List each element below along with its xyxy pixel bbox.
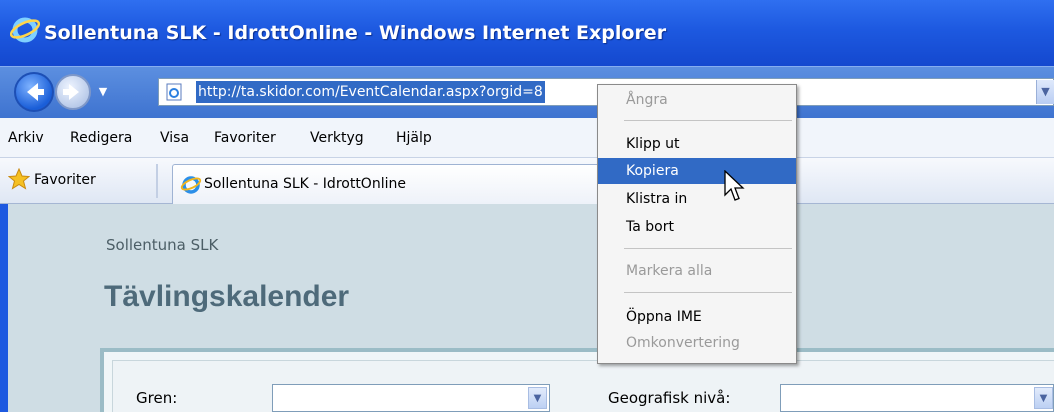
forward-arrow-icon <box>63 84 79 100</box>
favorites-button[interactable]: Favoriter <box>34 170 96 190</box>
dropdown-arrow-icon[interactable]: ▼ <box>528 387 547 409</box>
back-arrow-icon <box>27 83 44 101</box>
page-icon <box>166 83 182 101</box>
toolbar-divider <box>156 164 158 198</box>
page-title: Tävlingskalender <box>104 280 350 313</box>
menu-separator <box>624 292 792 293</box>
ctx-cut[interactable]: Klipp ut <box>598 131 796 157</box>
club-name: Sollentuna SLK <box>106 236 219 254</box>
menu-verktyg[interactable]: Verktyg <box>310 128 364 148</box>
ie-tab-icon <box>180 176 202 194</box>
geo-level-select[interactable] <box>780 384 1054 412</box>
geo-level-label: Geografisk nivå: <box>608 389 731 407</box>
menu-arkiv[interactable]: Arkiv <box>8 128 44 148</box>
mouse-pointer-icon <box>724 170 745 201</box>
gren-label: Gren: <box>136 389 178 407</box>
menu-separator <box>624 120 792 121</box>
menu-favoriter[interactable]: Favoriter <box>214 128 276 148</box>
forward-button[interactable] <box>55 74 91 110</box>
ctx-copy[interactable]: Kopiera <box>598 158 796 184</box>
menu-bar <box>0 118 1054 158</box>
title-bar[interactable]: Sollentuna SLK - IdrottOnline - Windows … <box>0 0 1054 66</box>
ctx-reconversion: Omkonvertering <box>626 335 740 351</box>
ctx-open-ime[interactable]: Öppna IME <box>598 304 796 330</box>
ctx-select-all: Markera alla <box>626 263 713 279</box>
ie-logo-icon <box>10 17 40 43</box>
ctx-paste[interactable]: Klistra in <box>598 186 796 212</box>
star-icon <box>8 168 30 190</box>
menu-visa[interactable]: Visa <box>160 128 189 148</box>
ctx-delete[interactable]: Ta bort <box>598 214 796 240</box>
menu-hjalp[interactable]: Hjälp <box>396 128 432 148</box>
recent-pages-dropdown[interactable]: ▼ <box>96 86 110 98</box>
url-input[interactable]: http://ta.skidor.com/EventCalendar.aspx?… <box>196 81 545 103</box>
tab-label: Sollentuna SLK - IdrottOnline <box>204 176 406 192</box>
menu-separator <box>624 248 792 249</box>
gren-select[interactable] <box>272 384 550 412</box>
window-frame <box>0 204 8 412</box>
back-button[interactable] <box>14 72 54 112</box>
window-title: Sollentuna SLK - IdrottOnline - Windows … <box>44 22 667 44</box>
dropdown-arrow-icon[interactable]: ▼ <box>1034 387 1053 409</box>
address-dropdown-button[interactable]: ▼ <box>1036 80 1054 104</box>
ctx-undo: Ångra <box>626 92 668 108</box>
menu-redigera[interactable]: Redigera <box>70 128 132 148</box>
